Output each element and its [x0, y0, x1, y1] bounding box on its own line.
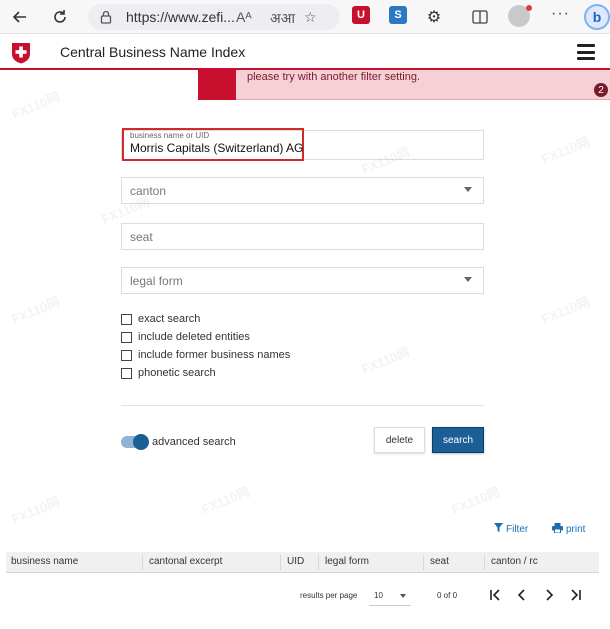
chevron-down-icon — [400, 594, 406, 598]
column-separator — [423, 555, 424, 570]
column-separator — [280, 555, 281, 570]
form-divider — [121, 405, 484, 406]
checkbox-box[interactable] — [121, 313, 132, 325]
bing-copilot-icon[interactable]: b — [584, 4, 610, 30]
seat-placeholder: seat — [130, 230, 153, 244]
translate-icon[interactable]: अआ — [270, 9, 295, 28]
watermark: FX110网 — [539, 133, 592, 167]
print-label: print — [566, 524, 586, 535]
watermark: FX110网 — [9, 293, 62, 327]
legal-form-select[interactable]: legal form — [121, 267, 484, 294]
delete-button[interactable]: delete — [374, 427, 425, 453]
read-aloud-icon[interactable]: Aᴬ — [236, 9, 252, 25]
column-header[interactable]: cantonal excerpt — [149, 556, 222, 567]
address-bar[interactable]: https://www.zefi... Aᴬ अआ ☆ — [88, 4, 340, 30]
last-page-icon[interactable] — [568, 586, 584, 604]
swiss-cross-logo-icon — [11, 42, 31, 64]
advanced-search-toggle[interactable] — [121, 434, 149, 450]
results-per-page-label: results per page — [300, 591, 358, 600]
extension-shield-icon[interactable]: U — [352, 6, 370, 24]
first-page-icon[interactable] — [487, 586, 503, 604]
browser-toolbar: https://www.zefi... Aᴬ अआ ☆ U S ⚙ ··· b — [0, 0, 610, 34]
checkbox-box[interactable] — [121, 349, 132, 361]
watermark: FX110网 — [359, 343, 412, 377]
watermark: FX110网 — [9, 88, 62, 122]
chevron-down-icon — [464, 277, 472, 282]
app-header: Central Business Name Index — [0, 34, 610, 70]
printer-icon — [552, 523, 563, 536]
more-menu-icon[interactable]: ··· — [551, 5, 570, 23]
error-alert: please try with another filter setting. — [198, 70, 610, 100]
legal-form-placeholder: legal form — [130, 274, 183, 288]
checkbox-box[interactable] — [121, 331, 132, 343]
seat-input[interactable]: seat — [121, 223, 484, 250]
advanced-search-label: advanced search — [152, 436, 236, 448]
column-separator — [484, 555, 485, 570]
alert-accent-bar — [198, 70, 236, 100]
split-screen-icon[interactable] — [468, 5, 492, 29]
next-page-icon[interactable] — [541, 586, 557, 604]
business-name-value[interactable]: Morris Capitals (Switzerland) AG — [130, 141, 303, 155]
alert-message: please try with another filter setting. — [247, 71, 421, 83]
watermark: FX110网 — [449, 483, 502, 517]
lock-icon — [98, 9, 114, 25]
column-header[interactable]: seat — [430, 556, 449, 567]
column-header[interactable]: UID — [287, 556, 304, 567]
exact-search-checkbox[interactable]: exact search — [121, 311, 200, 327]
checkbox-label: include former business names — [138, 349, 291, 361]
phonetic-search-checkbox[interactable]: phonetic search — [121, 365, 216, 381]
refresh-icon[interactable] — [48, 5, 72, 29]
checkbox-box[interactable] — [121, 367, 132, 379]
app-title: Central Business Name Index — [60, 44, 246, 60]
filter-funnel-icon — [494, 523, 503, 535]
alert-count-badge[interactable]: 2 — [594, 83, 608, 97]
watermark: FX110网 — [9, 493, 62, 527]
hamburger-menu-icon[interactable] — [577, 44, 595, 60]
include-former-names-checkbox[interactable]: include former business names — [121, 347, 290, 363]
results-table-header: business name cantonal excerpt UID legal… — [6, 552, 599, 573]
business-name-label: business name or UID — [130, 131, 210, 140]
filter-label: Filter — [506, 523, 529, 535]
print-link[interactable]: print — [552, 523, 585, 536]
toggle-knob — [133, 434, 149, 450]
column-header[interactable]: canton / rc — [491, 556, 538, 567]
checkbox-label: phonetic search — [138, 367, 216, 379]
watermark: FX110网 — [539, 293, 592, 327]
search-button[interactable]: search — [432, 427, 484, 453]
include-deleted-checkbox[interactable]: include deleted entities — [121, 329, 250, 345]
chevron-down-icon — [464, 187, 472, 192]
extension-s-icon[interactable]: S — [389, 6, 407, 24]
column-separator — [142, 555, 143, 570]
notification-dot — [526, 5, 532, 11]
filter-link[interactable]: Filter — [494, 523, 528, 535]
checkbox-label: exact search — [138, 313, 201, 325]
watermark: FX110网 — [199, 483, 252, 517]
canton-select[interactable]: canton — [121, 177, 484, 204]
results-per-page-select[interactable]: 10 — [369, 586, 411, 606]
results-count: 0 of 0 — [437, 591, 458, 600]
back-arrow-icon[interactable] — [8, 5, 32, 29]
favorite-star-icon[interactable]: ☆ — [304, 9, 317, 26]
extensions-puzzle-icon[interactable]: ⚙ — [422, 5, 446, 29]
canton-placeholder: canton — [130, 184, 167, 198]
column-header[interactable]: business name — [11, 556, 78, 567]
column-header[interactable]: legal form — [325, 556, 369, 567]
url-text: https://www.zefi... — [126, 9, 235, 25]
checkbox-label: include deleted entities — [138, 331, 250, 343]
column-separator — [318, 555, 319, 570]
previous-page-icon[interactable] — [514, 586, 530, 604]
per-page-value: 10 — [374, 591, 383, 600]
